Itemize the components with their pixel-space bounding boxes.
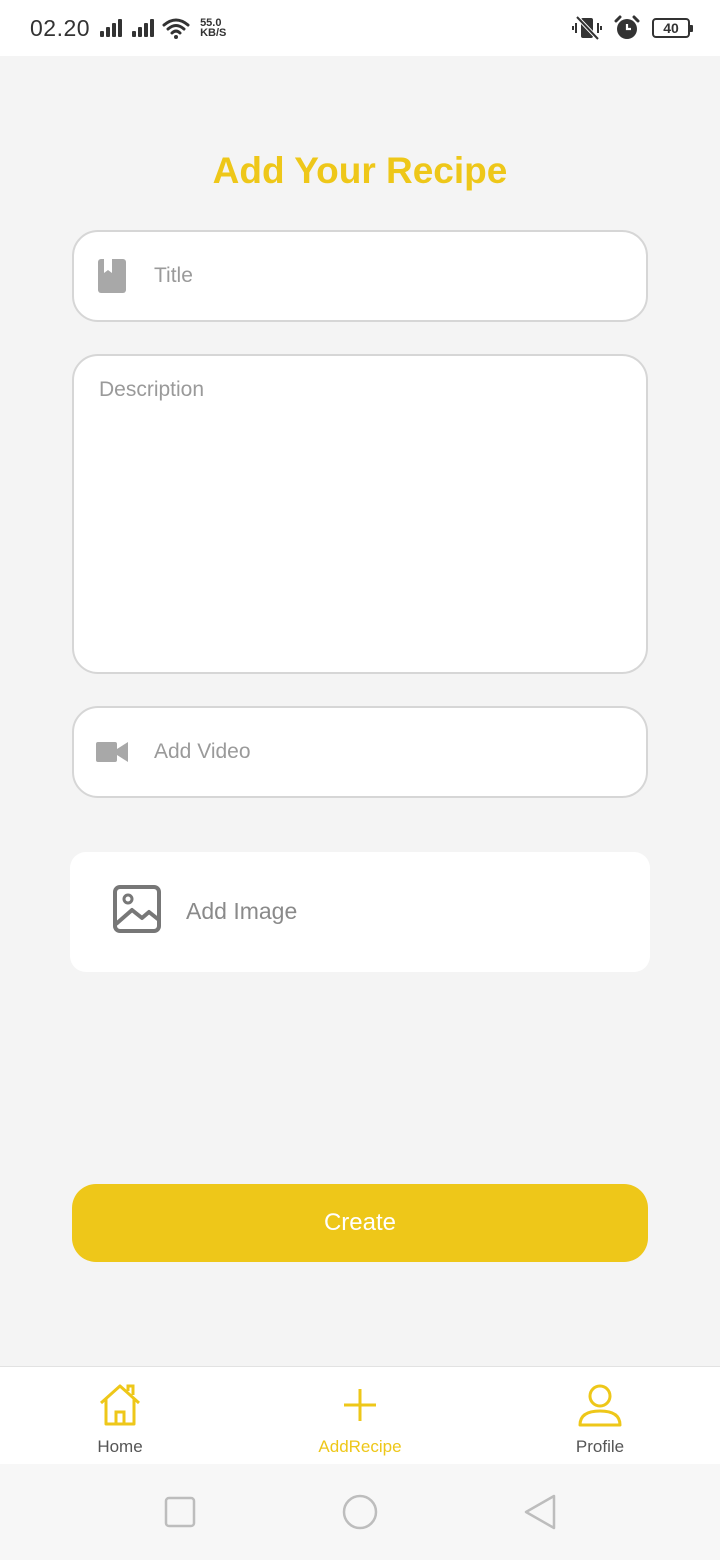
create-button[interactable]: Create [72, 1184, 648, 1262]
page-title: Add Your Recipe [212, 150, 508, 191]
status-right: 40 [572, 15, 693, 41]
video-camera-icon [96, 736, 128, 768]
nav-item-profile[interactable]: Profile [480, 1367, 720, 1464]
status-left: 02.20 55.0 KB/S [30, 15, 226, 42]
battery-icon: 40 [652, 18, 693, 38]
system-nav [0, 1464, 720, 1560]
vibrate-off-icon [572, 15, 602, 41]
nav-label-home: Home [97, 1437, 143, 1456]
title-placeholder: Title [154, 264, 193, 287]
plus-icon [344, 1389, 376, 1421]
recents-icon[interactable] [162, 1494, 198, 1530]
title-input[interactable]: Title [72, 230, 648, 322]
signal-icon-2 [132, 19, 155, 37]
description-placeholder: Description [99, 378, 205, 401]
nav-label-addrecipe: AddRecipe [318, 1437, 402, 1456]
nav-item-addrecipe[interactable]: AddRecipe [240, 1367, 480, 1464]
image-icon [112, 884, 164, 936]
status-bar: 02.20 55.0 KB/S 40 [0, 0, 720, 56]
alarm-icon [614, 15, 640, 39]
speed-unit: KB/S [200, 27, 227, 39]
status-time: 02.20 [30, 14, 91, 41]
home-icon [99, 1384, 141, 1426]
description-input[interactable]: Description [72, 354, 648, 674]
wifi-icon [162, 18, 190, 39]
user-icon [578, 1384, 622, 1427]
back-icon[interactable] [522, 1494, 558, 1530]
network-speed: 55.0 KB/S [200, 18, 227, 39]
add-image-button[interactable]: Add Image [70, 852, 650, 972]
add-image-label: Add Image [186, 898, 298, 924]
nav-item-home[interactable]: Home [0, 1367, 240, 1464]
nav-label-profile: Profile [575, 1437, 625, 1456]
signal-icon [100, 19, 123, 37]
video-input[interactable]: Add Video [72, 706, 648, 798]
battery-level: 40 [663, 20, 679, 36]
home-button-icon[interactable] [342, 1494, 378, 1530]
bottom-nav: Home AddRecipe Profile [0, 1366, 720, 1464]
video-placeholder: Add Video [154, 740, 251, 763]
book-icon [96, 259, 128, 293]
